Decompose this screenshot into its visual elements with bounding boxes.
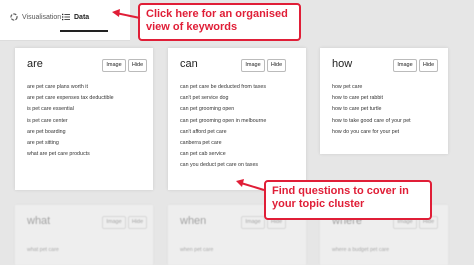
question-list: what pet care xyxy=(27,245,59,256)
list-item: how to care pet rabbit xyxy=(332,95,383,102)
list-item: can pet care be deducted from taxes xyxy=(180,84,266,90)
list-icon xyxy=(62,13,70,21)
list-item: canberra pet care xyxy=(180,139,222,146)
list-item: can pet grooming open in melbourne xyxy=(180,117,267,124)
image-button[interactable]: Image xyxy=(393,59,417,72)
card-keyword: can xyxy=(180,58,198,70)
list-item: how to care pet turtle xyxy=(332,106,382,113)
list-item: can't afford pet care xyxy=(180,128,227,135)
callout-top-arrow xyxy=(112,9,141,19)
tab-visualisation-label: Visualisation xyxy=(22,13,62,21)
visualisation-icon xyxy=(10,13,18,21)
list-item: how do you care for your pet xyxy=(332,128,400,135)
tab-visualisation[interactable]: Visualisation xyxy=(10,8,61,26)
question-list: how pet care how to care pet rabbit how … xyxy=(332,82,411,138)
list-item: how to take good care of your pet xyxy=(332,117,411,124)
callout-top: Click here for an organised view of keyw… xyxy=(138,3,301,41)
card-keyword: are xyxy=(27,58,43,70)
list-item: when pet care xyxy=(180,247,214,253)
list-item: can pet grooming open xyxy=(180,106,235,113)
card-keyword: what xyxy=(27,215,51,227)
list-item: are pet sitting xyxy=(27,139,59,146)
active-tab-indicator xyxy=(60,30,108,32)
image-button[interactable]: Image xyxy=(102,59,126,72)
question-list: are pet care plans worth it are pet care… xyxy=(27,82,114,160)
hide-button[interactable]: Hide xyxy=(128,216,147,229)
image-button[interactable]: Image xyxy=(102,216,126,229)
list-item: are pet care plans worth it xyxy=(27,84,88,90)
callout-bottom: Find questions to cover in your topic cl… xyxy=(264,180,432,220)
hide-button[interactable]: Hide xyxy=(419,59,438,72)
image-button[interactable]: Image xyxy=(241,216,265,229)
callout-top-text: Click here for an organised view of keyw… xyxy=(146,8,288,33)
list-item: is pet care essential xyxy=(27,106,74,113)
callout-bottom-text: Find questions to cover in your topic cl… xyxy=(272,185,409,210)
list-item: can pet cab service xyxy=(180,151,226,158)
list-item: are pet care expenses tax deductible xyxy=(27,95,114,102)
tab-data[interactable]: Data xyxy=(62,8,89,26)
question-list: can pet care be deducted from taxes can'… xyxy=(180,82,266,172)
question-list: where a budget pet care xyxy=(332,245,389,256)
tab-data-label: Data xyxy=(74,13,90,21)
list-item: are pet boarding xyxy=(27,128,66,135)
keyword-card-how: how Image Hide how pet care how to care … xyxy=(320,48,448,154)
list-item: how pet care xyxy=(332,84,363,90)
card-keyword: when xyxy=(180,215,207,227)
keyword-card-are: are Image Hide are pet care plans worth … xyxy=(15,48,153,190)
card-keyword: how xyxy=(332,58,353,70)
callout-bottom-arrow xyxy=(236,179,265,191)
keyword-card-can: can Image Hide can pet care be deducted … xyxy=(168,48,306,190)
list-item: is pet care center xyxy=(27,117,68,124)
list-item: what are pet care products xyxy=(27,151,90,158)
list-item: what pet care xyxy=(27,247,59,253)
hide-button[interactable]: Hide xyxy=(128,59,147,72)
keyword-card-what: what Image Hide what pet care xyxy=(15,205,153,265)
list-item: can you deduct pet care on taxes xyxy=(180,162,259,169)
list-item: can't pet service dog xyxy=(180,95,229,102)
list-item: where a budget pet care xyxy=(332,247,390,253)
image-button[interactable]: Image xyxy=(241,59,265,72)
hide-button[interactable]: Hide xyxy=(267,59,286,72)
question-list: when pet care xyxy=(180,245,213,256)
